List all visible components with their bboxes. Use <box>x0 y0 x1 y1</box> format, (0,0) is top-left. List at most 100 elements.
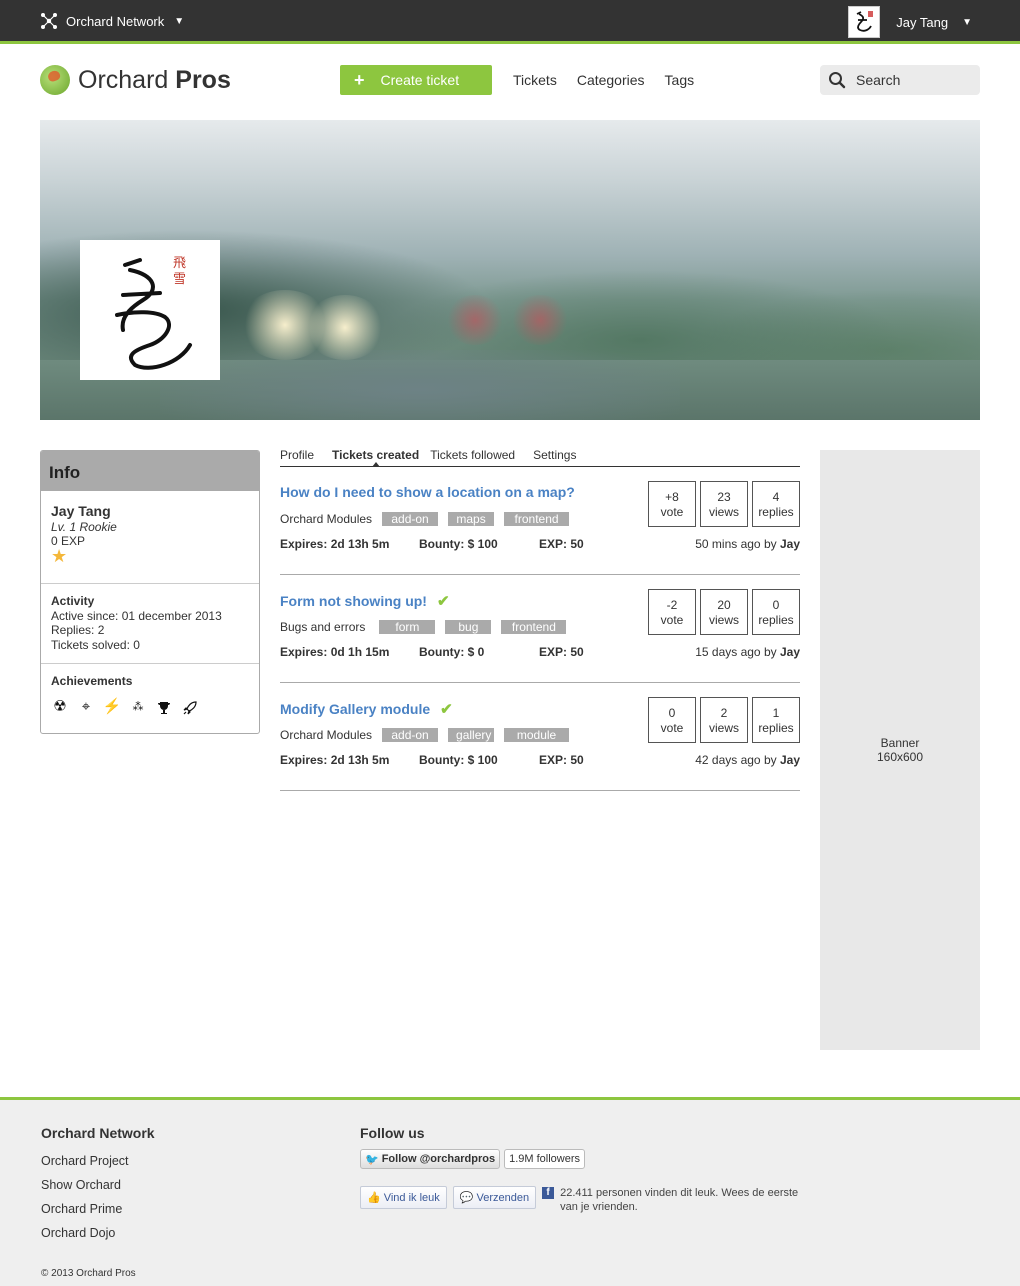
facebook-like-button[interactable]: 👍 Vind ik leuk <box>360 1186 447 1209</box>
tag[interactable]: module <box>504 728 570 742</box>
network-bar: Orchard Network ▼ Jay Tang ▼ <box>0 0 1020 44</box>
user-menu[interactable]: Jay Tang ▼ <box>848 6 972 38</box>
footer-link-orchard-dojo[interactable]: Orchard Dojo <box>41 1226 115 1240</box>
view-count: 23 views <box>700 481 748 527</box>
ticket-author[interactable]: Jay <box>780 753 800 767</box>
search-box <box>820 65 980 95</box>
ticket-title[interactable]: Modify Gallery module ✔ <box>280 700 453 718</box>
tab-profile[interactable]: Profile <box>280 446 314 466</box>
facebook-send-label: Verzenden <box>476 1191 530 1204</box>
view-label: views <box>708 721 739 735</box>
view-value: 23 <box>717 490 731 504</box>
tag[interactable]: frontend <box>501 620 567 634</box>
ticket-item: How do I need to show a location on a ma… <box>280 467 800 575</box>
network-menu[interactable]: Orchard Network ▼ <box>40 12 184 30</box>
ticket-title[interactable]: Form not showing up! ✔ <box>280 592 450 610</box>
ticket-exp: EXP: 50 <box>539 753 584 767</box>
footer-link-show-orchard[interactable]: Show Orchard <box>41 1178 121 1192</box>
twitter-follower-count: 1.9M followers <box>504 1149 586 1169</box>
replies-count: Replies: 2 <box>51 623 105 637</box>
ticket-expires: Expires: 2d 13h 5m <box>280 537 390 551</box>
info-exp: 0 EXP <box>51 534 86 548</box>
nav-tags[interactable]: Tags <box>665 72 695 88</box>
ticket-stats: 0 vote 2 views 1 replies <box>648 697 800 743</box>
footer-link-orchard-prime[interactable]: Orchard Prime <box>41 1202 122 1216</box>
tag[interactable]: bug <box>445 620 492 634</box>
logo-text-light: Orchard <box>78 65 169 94</box>
ticket-posted: 42 days ago by Jay <box>695 753 800 767</box>
profile-tabs: Profile Tickets created Tickets followed… <box>280 446 800 467</box>
tag[interactable]: form <box>379 620 436 634</box>
ticket-tags: add-on maps frontend <box>382 512 570 526</box>
vote-count[interactable]: +8 vote <box>648 481 696 527</box>
crosshair-icon[interactable]: ⌖ <box>77 699 95 717</box>
facebook-send-button[interactable]: 💬 Verzenden <box>452 1186 537 1209</box>
ticket-item: Modify Gallery module ✔ Orchard Modules a… <box>280 683 800 791</box>
ticket-title[interactable]: How do I need to show a location on a ma… <box>280 484 575 500</box>
lightning-icon[interactable]: ⚡ <box>103 699 122 717</box>
vote-count[interactable]: 0 vote <box>648 697 696 743</box>
trophy-icon[interactable] <box>155 699 173 717</box>
tag[interactable]: add-on <box>382 728 439 742</box>
stars-icon[interactable]: ⁂ <box>129 699 147 717</box>
twitter-icon: 🐦 <box>365 1153 379 1166</box>
orchard-logo-icon <box>40 65 70 95</box>
vote-count[interactable]: -2 vote <box>648 589 696 635</box>
create-ticket-label: Create ticket <box>380 72 460 88</box>
tab-tickets-created[interactable]: Tickets created <box>332 446 419 467</box>
nav-categories[interactable]: Categories <box>577 72 645 88</box>
ticket-category[interactable]: Orchard Modules <box>280 728 372 742</box>
ticket-tags: add-on gallery module <box>382 728 570 742</box>
twitter-follow: 🐦 Follow @orchardpros 1.9M followers <box>360 1149 820 1169</box>
ticket-category[interactable]: Bugs and errors <box>280 620 365 634</box>
nav-tickets[interactable]: Tickets <box>513 72 557 88</box>
create-ticket-button[interactable]: + Create ticket <box>340 65 492 95</box>
ticket-bounty: Bounty: $ 100 <box>419 753 498 767</box>
ticket-meta: Expires: 0d 1h 15m Bounty: $ 0 EXP: 50 <box>280 645 584 659</box>
tag[interactable]: gallery <box>448 728 495 742</box>
ticket-posted: 50 mins ago by Jay <box>695 537 800 551</box>
active-since: Active since: 01 december 2013 <box>51 608 222 623</box>
tab-tickets-followed[interactable]: Tickets followed <box>430 446 515 466</box>
footer-network: Orchard Network Orchard Project Show Orc… <box>41 1125 155 1245</box>
ticket-title-text: How do I need to show a location on a ma… <box>280 484 575 500</box>
view-label: views <box>708 613 739 627</box>
vote-value: +8 <box>665 490 679 504</box>
ticket-tags: form bug frontend <box>379 620 567 634</box>
tag[interactable]: add-on <box>382 512 439 526</box>
ticket-author[interactable]: Jay <box>780 645 800 659</box>
tab-settings[interactable]: Settings <box>533 446 576 466</box>
user-name: Jay Tang <box>896 14 949 30</box>
site-name: Orchard Pros <box>78 66 231 95</box>
footer-follow-title: Follow us <box>360 1125 425 1141</box>
search-icon[interactable] <box>828 71 846 89</box>
ticket-item: Form not showing up! ✔ Bugs and errors fo… <box>280 575 800 683</box>
vote-label: vote <box>660 721 684 735</box>
ad-banner[interactable]: Banner 160x600 <box>820 450 980 1050</box>
reply-count: 1 replies <box>752 697 800 743</box>
ticket-category-row: Orchard Modules add-on gallery module <box>280 728 570 742</box>
chevron-down-icon: ▼ <box>174 15 185 27</box>
radiation-icon[interactable]: ☢ <box>51 699 69 717</box>
ticket-bounty: Bounty: $ 0 <box>419 645 485 659</box>
ticket-title-text: Form not showing up! <box>280 593 427 609</box>
achievement-list: ☢ ⌖ ⚡ ⁂ <box>51 699 249 717</box>
ticket-category[interactable]: Orchard Modules <box>280 512 372 526</box>
rocket-icon[interactable] <box>181 699 199 717</box>
activity-title: Activity <box>51 594 95 608</box>
ticket-author[interactable]: Jay <box>780 537 800 551</box>
checkmark-icon: ✔ <box>436 593 450 610</box>
footer: Orchard Network Orchard Project Show Orc… <box>0 1097 1020 1286</box>
site-logo[interactable]: Orchard Pros <box>40 65 231 95</box>
tickets-solved: Tickets solved: 0 <box>51 637 140 652</box>
footer-link-orchard-project[interactable]: Orchard Project <box>41 1154 129 1168</box>
tag[interactable]: maps <box>448 512 495 526</box>
plus-icon: + <box>354 69 365 90</box>
profile-avatar[interactable]: 飛 雪 <box>80 240 220 380</box>
main-nav: Tickets Categories Tags <box>513 72 694 88</box>
star-icon: ★ <box>51 545 68 566</box>
twitter-follow-button[interactable]: 🐦 Follow @orchardpros <box>360 1149 501 1169</box>
search-input[interactable] <box>856 72 966 88</box>
tag[interactable]: frontend <box>504 512 570 526</box>
reply-count: 4 replies <box>752 481 800 527</box>
